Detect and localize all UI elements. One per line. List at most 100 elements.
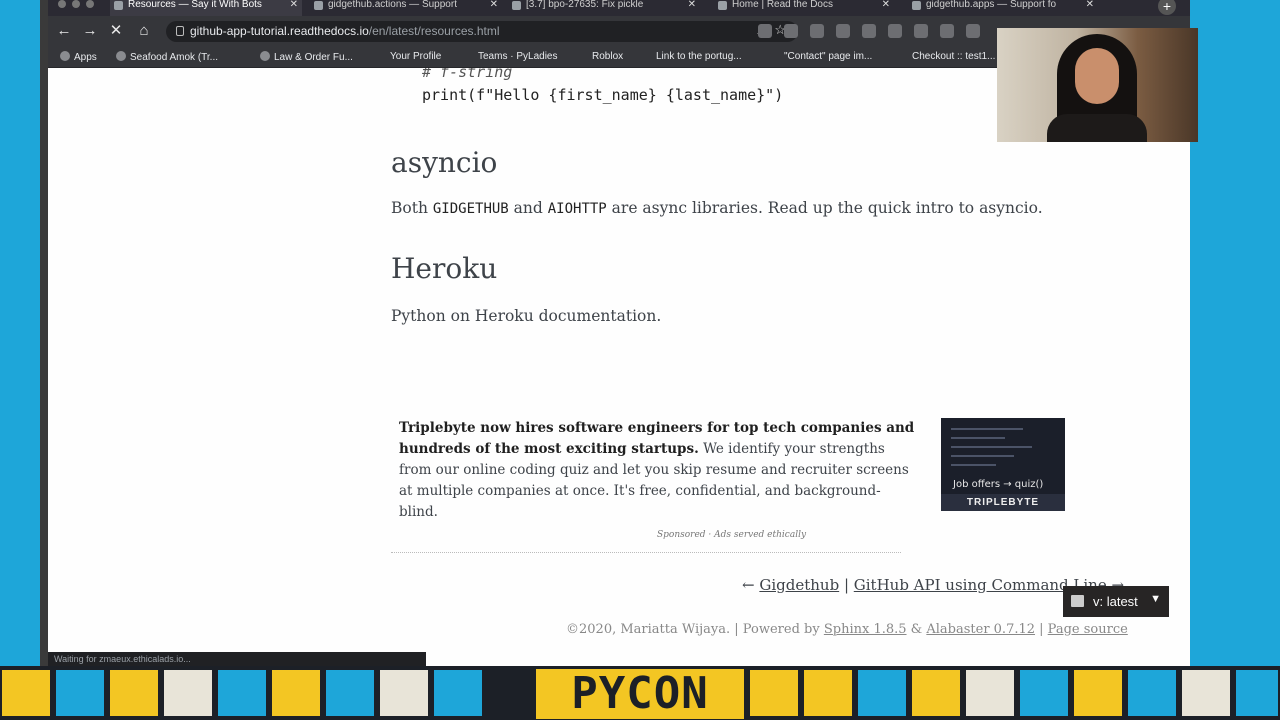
code-comment: # f-string <box>422 68 513 81</box>
url-text[interactable]: github-app-tutorial.readthedocs.io/en/la… <box>190 24 500 38</box>
tab-gidgethub-apps[interactable]: gidgethub.apps — Support fo ✕ <box>908 0 1098 16</box>
bookmark-item[interactable]: Checkout :: test1... <box>912 51 995 62</box>
text: Both <box>391 199 433 217</box>
back-arrow-icon[interactable]: ← <box>54 21 74 41</box>
tab-favicon <box>512 1 521 10</box>
extension-icon[interactable] <box>784 24 798 38</box>
sponsored-ad[interactable]: Triplebyte now hires software engineers … <box>391 410 1071 560</box>
bookmark-item[interactable]: "Contact" page im... <box>784 51 872 62</box>
lock-icon <box>176 26 184 36</box>
youtube-play-icon <box>260 51 270 61</box>
tab-title: Resources — Say it With Bots <box>128 0 262 10</box>
new-tab-button[interactable]: + <box>1158 0 1176 15</box>
home-icon[interactable]: ⌂ <box>134 21 154 41</box>
close-icon[interactable]: ✕ <box>1086 0 1094 10</box>
close-icon[interactable]: ✕ <box>688 0 696 10</box>
close-icon[interactable]: ✕ <box>290 0 298 10</box>
banner-tile <box>910 668 962 718</box>
window-dot-close[interactable] <box>58 0 66 8</box>
text: and <box>508 199 548 217</box>
bookmark-label: Teams · PyLadies <box>478 51 558 62</box>
close-icon[interactable]: ✕ <box>490 0 498 10</box>
tab-title: gidgethub.apps — Support fo <box>926 0 1057 10</box>
version-label: v: latest <box>1093 594 1138 609</box>
banner-tile <box>964 668 1016 718</box>
extension-icon[interactable] <box>888 24 902 38</box>
pycon-banner: PYCON 2020 <box>0 666 1280 720</box>
banner-tile <box>162 668 214 718</box>
gidgethub-code: GIDGETHUB <box>432 201 509 217</box>
extension-icon[interactable] <box>940 24 954 38</box>
banner-tile <box>216 668 268 718</box>
bookmark-label: Apps <box>74 52 97 63</box>
bookmark-item[interactable]: Link to the portug... <box>656 51 742 62</box>
bookmark-label: Roblox <box>592 51 624 62</box>
page-source-link[interactable]: Page source <box>1048 622 1128 637</box>
banner-tile <box>108 668 160 718</box>
tab-resources[interactable]: Resources — Say it With Bots ✕ <box>110 0 302 16</box>
bookmark-item[interactable]: Seafood Amok (Tr... <box>116 51 218 63</box>
extension-icon[interactable] <box>914 24 928 38</box>
extension-icon[interactable] <box>810 24 824 38</box>
ad-image-caption: Job offers → quiz() <box>953 479 1044 490</box>
banner-tile <box>748 668 800 718</box>
bookmark-apps[interactable]: Apps <box>60 51 97 63</box>
pycon-title: PYCON 2020 <box>536 669 744 720</box>
bookmark-label: Law & Order Fu... <box>274 52 353 63</box>
footer: ©2020, Mariatta Wijaya. | Powered by Sph… <box>566 622 1128 637</box>
banner-tile <box>1180 668 1232 718</box>
readthedocs-version-badge[interactable]: v: latest ▼ <box>1063 586 1169 617</box>
window-dot-max[interactable] <box>86 0 94 8</box>
extension-icon[interactable] <box>966 24 980 38</box>
extension-icon[interactable] <box>836 24 850 38</box>
bookmark-item[interactable]: Roblox <box>592 51 623 62</box>
banner-tile <box>856 668 908 718</box>
tab-favicon <box>718 1 727 10</box>
tab-gidgethub-actions[interactable]: gidgethub.actions — Support ✕ <box>310 0 502 16</box>
extension-icon[interactable] <box>862 24 876 38</box>
bookmark-item[interactable]: Your Profile <box>390 51 441 62</box>
tab-favicon <box>912 1 921 10</box>
banner-tile <box>432 668 484 718</box>
banner-tile <box>1018 668 1070 718</box>
banner-tile <box>1072 668 1124 718</box>
ad-image[interactable]: Job offers → quiz() TRIPLEBYTE <box>941 418 1065 511</box>
asyncio-intro-link[interactable]: are async libraries. Read up the quick i… <box>607 199 1043 217</box>
bookmark-item[interactable]: Teams · PyLadies <box>478 51 557 62</box>
left-gutter <box>40 0 48 666</box>
right-frame <box>1190 0 1280 666</box>
webcam-person-face <box>1075 48 1119 104</box>
stop-loading-icon[interactable]: ✕ <box>106 21 126 41</box>
heroku-docs-link[interactable]: Python on Heroku documentation. <box>391 307 661 325</box>
webcam-overlay <box>997 28 1198 142</box>
ad-sponsor-label[interactable]: Sponsored · Ads served ethically <box>657 530 806 540</box>
bookmark-favicon-icon <box>116 51 126 61</box>
tab-favicon <box>114 1 123 10</box>
bookmark-item[interactable]: Law & Order Fu... <box>260 51 353 63</box>
sphinx-link[interactable]: Sphinx 1.8.5 <box>824 622 907 637</box>
banner-tile <box>802 668 854 718</box>
window-dot-min[interactable] <box>72 0 80 8</box>
tab-favicon <box>314 1 323 10</box>
prev-page-link[interactable]: Gigdethub <box>759 576 839 594</box>
asyncio-paragraph: Both GIDGETHUB and AIOHTTP are async lib… <box>391 199 1043 217</box>
apps-grid-icon <box>60 51 70 61</box>
code-line: print(f"Hello {first_name} {last_name}") <box>422 86 784 104</box>
close-icon[interactable]: ✕ <box>882 0 890 10</box>
bookmark-label: Your Profile <box>390 51 442 62</box>
caret-down-icon: ▼ <box>1150 593 1161 605</box>
banner-tile <box>378 668 430 718</box>
address-bar[interactable]: github-app-tutorial.readthedocs.io/en/la… <box>166 21 798 42</box>
text: & <box>906 622 927 637</box>
forward-arrow-icon[interactable]: → <box>80 21 100 41</box>
ad-text[interactable]: Triplebyte now hires software engineers … <box>399 418 919 523</box>
tab-bpo[interactable]: [3.7] bpo-27635: Fix pickle ✕ <box>508 0 700 16</box>
tab-title: gidgethub.actions — Support <box>328 0 457 10</box>
bookmark-label: Seafood Amok (Tr... <box>130 52 219 63</box>
heroku-heading: Heroku <box>391 252 498 285</box>
triplebyte-logo: TRIPLEBYTE <box>941 494 1065 511</box>
rss-extension-icon[interactable] <box>758 24 772 38</box>
tab-rtd-home[interactable]: Home | Read the Docs ✕ <box>714 0 894 16</box>
alabaster-link[interactable]: Alabaster 0.7.12 <box>926 622 1035 637</box>
asyncio-heading: asyncio <box>391 146 498 179</box>
